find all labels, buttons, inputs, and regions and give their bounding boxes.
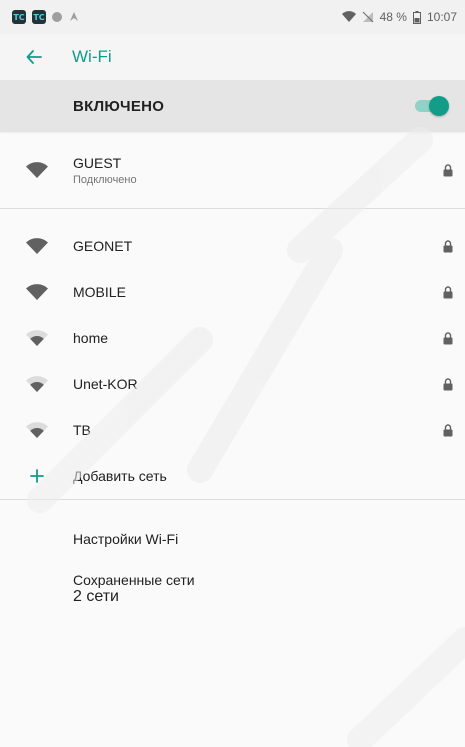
clock: 10:07 — [426, 10, 457, 24]
app-tc-icon: TC — [32, 10, 46, 24]
wifi-master-switch-row[interactable]: ВКЛЮЧЕНО — [0, 80, 465, 132]
status-bar: TC TC 48 % 10:07 — [0, 0, 465, 34]
wifi-weak-icon — [25, 376, 48, 392]
battery-percent: 48 % — [379, 10, 407, 24]
network-list: GUEST Подключено GEONET MOBILE home Unet… — [0, 132, 465, 606]
wifi-full-icon — [25, 284, 48, 300]
wifi-toggle[interactable] — [415, 95, 449, 117]
network-ssid: MOBILE — [73, 284, 126, 300]
wifi-full-icon — [25, 162, 48, 178]
wifi-weak-icon — [25, 422, 48, 438]
lock-icon — [443, 332, 453, 345]
lock-icon — [443, 378, 453, 391]
network-ssid: GEONET — [73, 238, 133, 254]
wifi-settings-item[interactable]: Настройки Wi-Fi — [0, 516, 465, 562]
lock-icon — [443, 164, 453, 177]
wifi-settings-label: Настройки Wi-Fi — [73, 531, 179, 547]
arrow-left-icon — [26, 50, 42, 64]
saved-networks-item[interactable]: Сохраненные сети 2 сети — [0, 562, 465, 606]
saved-networks-count: 2 сети — [73, 588, 119, 605]
navigation-icon — [70, 12, 78, 21]
saved-networks-label: Сохраненные сети — [73, 572, 195, 588]
network-row[interactable]: GEONET — [0, 223, 465, 269]
network-row[interactable]: MOBILE — [0, 269, 465, 315]
battery-icon — [412, 10, 421, 24]
network-row[interactable]: Unet-KOR — [0, 361, 465, 407]
wifi-signal-icon — [341, 11, 356, 22]
circle-icon — [52, 12, 62, 22]
add-network-button[interactable]: Добавить сеть — [0, 453, 465, 499]
wifi-full-icon — [25, 238, 48, 254]
network-ssid: Unet-KOR — [73, 376, 138, 392]
page-title: Wi-Fi — [72, 47, 112, 66]
network-row[interactable]: TB — [0, 407, 465, 453]
network-ssid: TB — [73, 422, 91, 438]
app-bar: Wi-Fi — [0, 34, 465, 80]
status-bar-left: TC TC — [12, 10, 80, 24]
lock-icon — [443, 286, 453, 299]
network-ssid: home — [73, 330, 109, 346]
network-row[interactable]: home — [0, 315, 465, 361]
master-switch-label: ВКЛЮЧЕНО — [73, 97, 165, 115]
plus-icon — [29, 469, 44, 483]
connected-network[interactable]: GUEST Подключено — [0, 132, 465, 208]
add-network-label: Добавить сеть — [73, 468, 167, 484]
wifi-weak-icon — [25, 330, 48, 346]
toggle-thumb — [429, 96, 449, 116]
lock-icon — [443, 240, 453, 253]
network-status: Подключено — [73, 173, 137, 186]
network-ssid: GUEST — [73, 154, 122, 171]
status-bar-right: 48 % 10:07 — [341, 10, 457, 24]
lock-icon — [443, 424, 453, 437]
no-signal-icon — [362, 11, 374, 23]
app-tc-icon: TC — [12, 10, 26, 24]
back-button[interactable] — [4, 34, 64, 80]
connected-network-text: GUEST Подключено — [73, 155, 137, 186]
